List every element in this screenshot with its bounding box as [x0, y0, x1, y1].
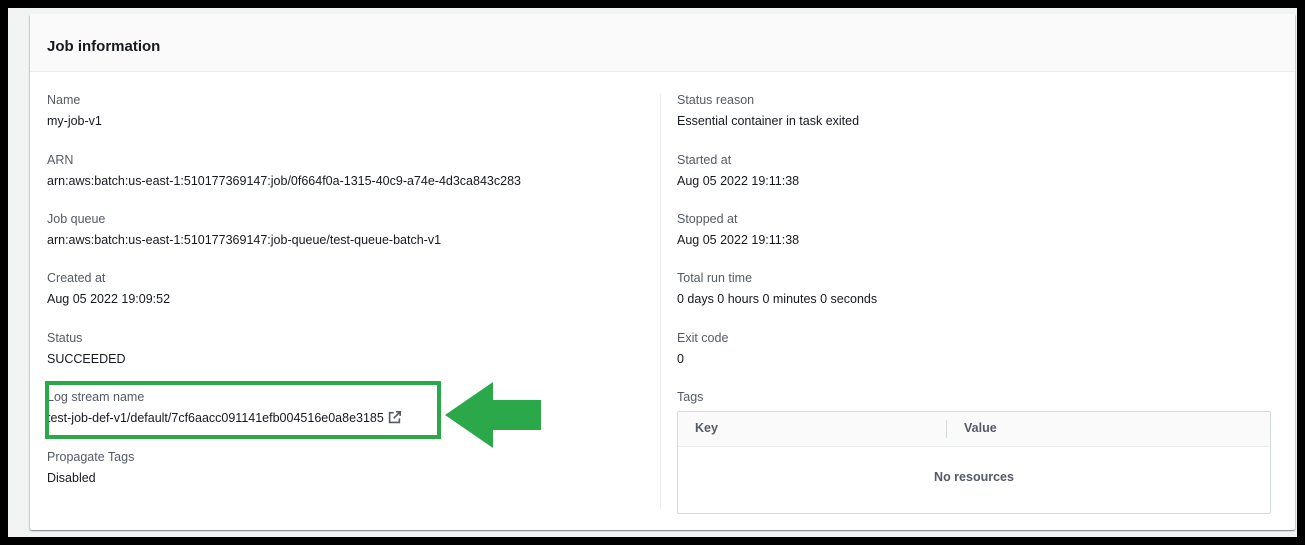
field-value: SUCCEEDED	[47, 352, 126, 366]
field-value: 0 days 0 hours 0 minutes 0 seconds	[677, 292, 878, 306]
field-label: Status reason	[677, 93, 755, 107]
field-started-at: Started at Aug 05 2022 19:11:38	[677, 152, 799, 189]
field-value: arn:aws:batch:us-east-1:510177369147:job…	[47, 233, 442, 247]
empty-state-text: No resources	[934, 470, 1014, 484]
field-status-reason: Status reason Essential container in tas…	[677, 92, 859, 129]
field-value: Aug 05 2022 19:11:38	[677, 233, 800, 247]
field-label: Started at	[677, 153, 732, 167]
field-stopped-at: Stopped at Aug 05 2022 19:11:38	[677, 211, 799, 248]
field-label: Tags	[677, 390, 704, 404]
field-arn: ARN arn:aws:batch:us-east-1:510177369147…	[47, 152, 521, 189]
field-label: Stopped at	[677, 212, 738, 226]
field-value: arn:aws:batch:us-east-1:510177369147:job…	[47, 174, 521, 188]
field-label: Name	[47, 93, 81, 107]
field-label: Job queue	[47, 212, 106, 226]
field-job-queue: Job queue arn:aws:batch:us-east-1:510177…	[47, 211, 441, 248]
field-created-at: Created at Aug 05 2022 19:09:52	[47, 270, 170, 307]
field-value: Aug 05 2022 19:11:38	[677, 174, 800, 188]
field-value: Aug 05 2022 19:09:52	[47, 292, 171, 306]
page-background: Job information Name my-job-v1 ARN arn:a…	[8, 8, 1297, 537]
column-header-key[interactable]: Key	[695, 421, 718, 435]
field-label: Propagate Tags	[47, 450, 135, 464]
field-value: Disabled	[47, 471, 96, 485]
column-header-value[interactable]: Value	[964, 421, 997, 435]
field-label: ARN	[47, 153, 74, 167]
card-header: Job information	[30, 14, 1295, 72]
field-status: Status SUCCEEDED	[47, 330, 126, 367]
column-divider[interactable]	[946, 420, 947, 438]
field-value: my-job-v1	[47, 114, 102, 128]
column-divider	[660, 94, 661, 509]
field-tags: Tags	[677, 389, 703, 405]
field-name: Name my-job-v1	[47, 92, 102, 129]
highlight-box	[45, 381, 441, 439]
annotation-arrow-icon	[445, 382, 541, 448]
field-propagate-tags: Propagate Tags Disabled	[47, 449, 134, 486]
field-label: Status	[47, 331, 83, 345]
field-value: 0	[677, 352, 684, 366]
job-information-card: Job information Name my-job-v1 ARN arn:a…	[30, 14, 1295, 530]
field-total-run-time: Total run time 0 days 0 hours 0 minutes …	[677, 270, 877, 307]
field-label: Created at	[47, 271, 106, 285]
tags-table: Key Value No resources	[677, 411, 1271, 514]
tags-table-header: Key Value	[678, 412, 1270, 447]
field-label: Exit code	[677, 331, 729, 345]
card-title: Job information	[47, 38, 161, 55]
field-label: Total run time	[677, 271, 753, 285]
field-exit-code: Exit code 0	[677, 330, 728, 367]
field-value: Essential container in task exited	[677, 114, 860, 128]
